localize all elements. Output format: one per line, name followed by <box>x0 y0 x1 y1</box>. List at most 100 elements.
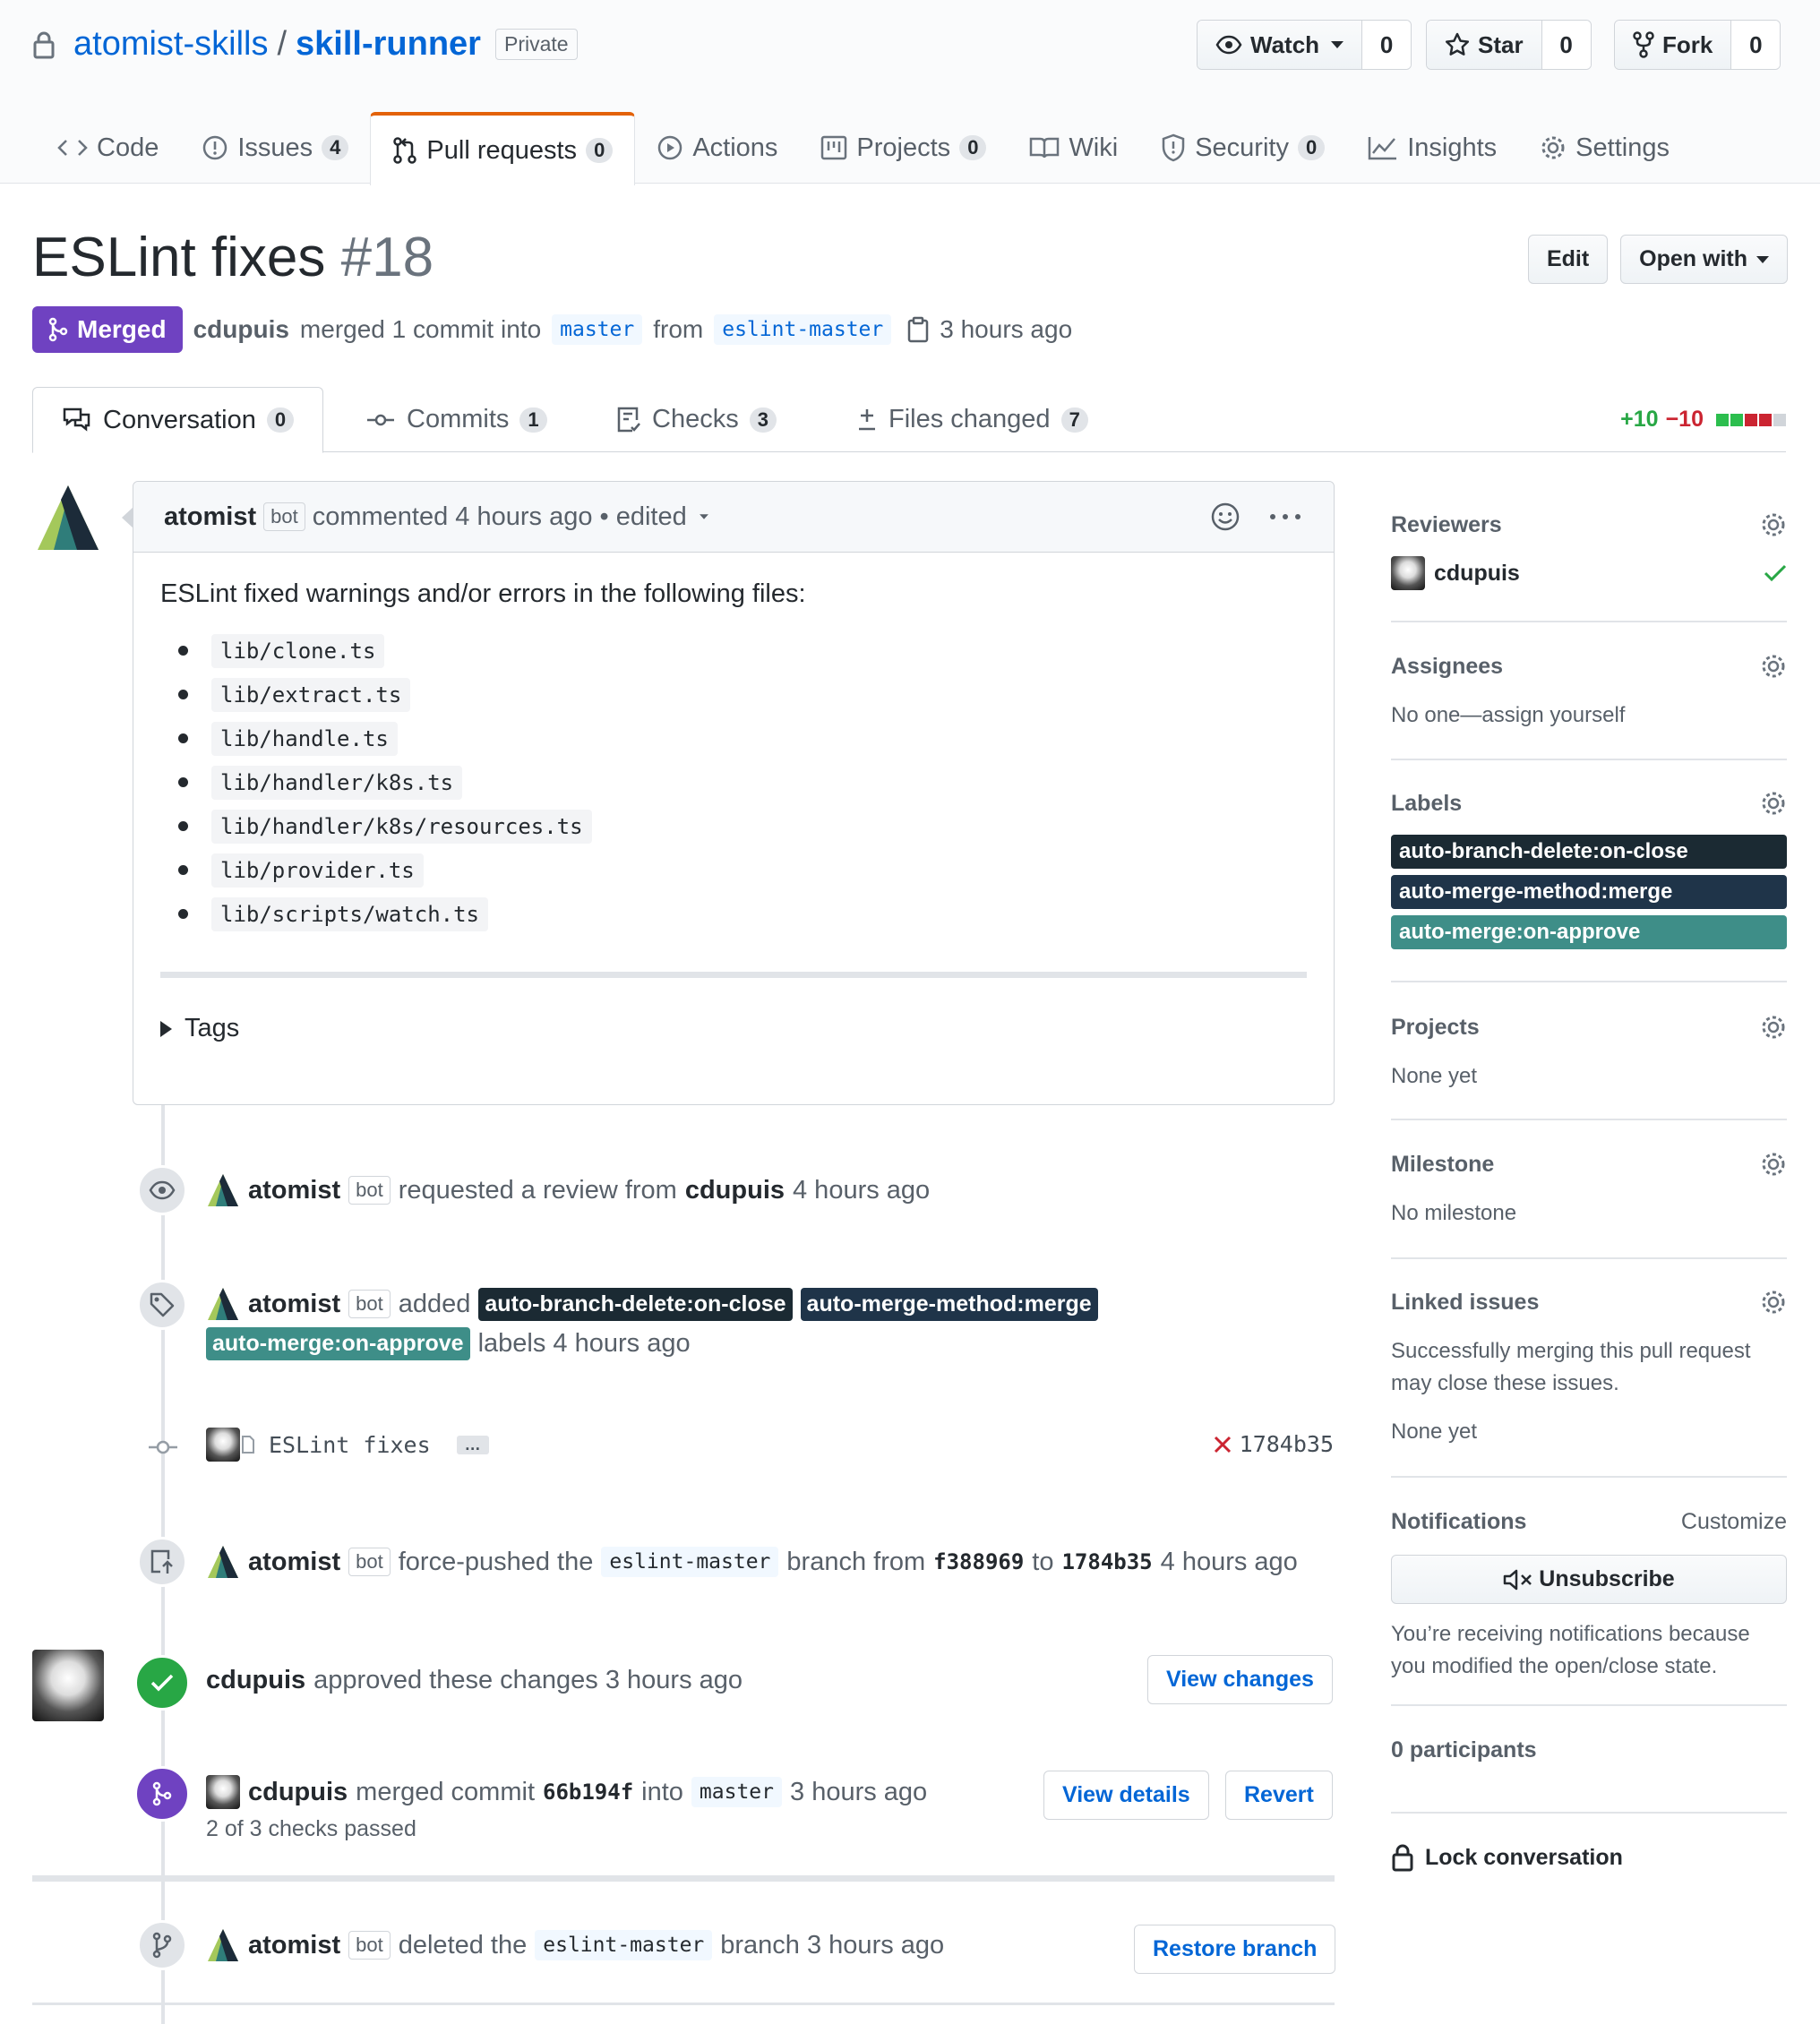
open-with-button[interactable]: Open with <box>1620 235 1788 284</box>
gear-icon[interactable] <box>1760 511 1787 538</box>
label-auto-branch-delete[interactable]: auto-branch-delete:on-close <box>478 1287 793 1321</box>
event-author[interactable]: atomist <box>248 1931 340 1960</box>
event-author[interactable]: cdupuis <box>248 1778 348 1807</box>
play-icon <box>658 135 682 160</box>
event-time[interactable]: 3 hours ago <box>790 1778 927 1807</box>
atomist-avatar[interactable] <box>206 1545 240 1579</box>
tab-wiki[interactable]: Wiki <box>1008 112 1139 184</box>
fork-count[interactable]: 0 <box>1731 21 1781 69</box>
event-time[interactable]: 4 hours ago <box>793 1176 930 1205</box>
tags-label: Tags <box>185 1014 240 1042</box>
reviewer-name[interactable]: cdupuis <box>1434 561 1520 587</box>
head-branch[interactable]: eslint-master <box>714 314 892 345</box>
chevron-down-icon[interactable] <box>699 514 708 519</box>
star-count[interactable]: 0 <box>1541 21 1591 69</box>
repo-name-link[interactable]: skill-runner <box>296 25 481 64</box>
branch-name[interactable]: master <box>691 1777 783 1807</box>
comment-author[interactable]: atomist <box>164 502 256 532</box>
fork-button[interactable]: Fork <box>1615 21 1732 69</box>
sidebar-assignees: Assignees No one—assign yourself <box>1391 653 1787 732</box>
merge-sha[interactable]: 66b194f <box>543 1780 633 1805</box>
event-suffix[interactable]: branch 3 hours ago <box>720 1931 944 1960</box>
labels-title[interactable]: Labels <box>1391 791 1462 817</box>
milestone-title[interactable]: Milestone <box>1391 1152 1494 1178</box>
star-button[interactable]: Star <box>1427 21 1542 69</box>
check-icon <box>1764 564 1787 582</box>
event-time[interactable]: 4 hours ago <box>1161 1548 1298 1577</box>
tab-projects[interactable]: Projects 0 <box>799 112 1008 184</box>
gear-icon[interactable] <box>1760 1151 1787 1178</box>
linked-issues-title[interactable]: Linked issues <box>1391 1290 1539 1316</box>
view-details-button[interactable]: View details <box>1043 1771 1209 1820</box>
git-branch-icon <box>152 1932 172 1959</box>
label-auto-branch-delete[interactable]: auto-branch-delete:on-close <box>1391 835 1787 869</box>
shield-icon <box>1162 133 1185 162</box>
tab-actions[interactable]: Actions <box>635 112 799 184</box>
atomist-avatar[interactable] <box>206 1173 240 1207</box>
tab-settings[interactable]: Settings <box>1518 112 1691 184</box>
atomist-avatar[interactable] <box>34 484 102 552</box>
smiley-icon[interactable] <box>1210 502 1241 532</box>
clipboard-icon[interactable] <box>907 316 929 343</box>
edit-button[interactable]: Edit <box>1527 235 1609 284</box>
tab-code[interactable]: Code <box>36 112 180 184</box>
event-author[interactable]: cdupuis <box>206 1666 305 1695</box>
restore-branch-button[interactable]: Restore branch <box>1134 1925 1336 1974</box>
avatar[interactable] <box>206 1428 240 1462</box>
gear-icon[interactable] <box>1760 790 1787 817</box>
projects-title[interactable]: Projects <box>1391 1015 1480 1041</box>
watch-button[interactable]: Watch <box>1198 21 1363 69</box>
tab-insights[interactable]: Insights <box>1346 112 1518 184</box>
tab-files-changed[interactable]: Files changed 7 <box>856 387 1088 452</box>
avatar[interactable] <box>1391 556 1425 590</box>
pr-author[interactable]: cdupuis <box>193 315 289 344</box>
label-auto-merge-approve[interactable]: auto-merge:on-approve <box>206 1327 470 1360</box>
tab-security[interactable]: Security 0 <box>1139 112 1346 184</box>
review-target[interactable]: cdupuis <box>685 1176 785 1205</box>
atomist-avatar[interactable] <box>206 1287 240 1321</box>
customize-link[interactable]: Customize <box>1681 1509 1787 1535</box>
branch-name[interactable]: eslint-master <box>535 1930 713 1960</box>
label-auto-merge-method[interactable]: auto-merge-method:merge <box>800 1287 1098 1321</box>
atomist-avatar[interactable] <box>206 1928 240 1962</box>
tags-toggle[interactable]: Tags <box>160 1014 1307 1043</box>
to-sha[interactable]: 1784b35 <box>1061 1549 1152 1574</box>
repo-owner-link[interactable]: atomist-skills <box>73 25 268 64</box>
tab-commits[interactable]: Commits 1 <box>365 387 547 452</box>
tab-issues[interactable]: Issues 4 <box>180 112 370 184</box>
label-auto-merge-method[interactable]: auto-merge-method:merge <box>1391 875 1787 909</box>
label-auto-merge-approve[interactable]: auto-merge:on-approve <box>1391 915 1787 949</box>
event-author[interactable]: atomist <box>248 1176 340 1205</box>
edited-indicator[interactable]: • edited <box>599 502 686 532</box>
labels-list: auto-branch-delete:on-close auto-merge-m… <box>1391 835 1787 949</box>
reviewer-avatar[interactable] <box>32 1650 104 1721</box>
reviewers-title[interactable]: Reviewers <box>1391 512 1502 538</box>
files-changed-counter: 7 <box>1060 407 1088 433</box>
assignees-value[interactable]: No one—assign yourself <box>1391 699 1787 732</box>
avatar[interactable] <box>206 1775 240 1809</box>
event-author[interactable]: atomist <box>248 1548 340 1577</box>
tab-conversation[interactable]: Conversation 0 <box>32 387 324 453</box>
assignees-title[interactable]: Assignees <box>1391 654 1503 680</box>
kebab-horizontal-icon[interactable] <box>1267 512 1303 521</box>
from-sha[interactable]: f388969 <box>933 1549 1024 1574</box>
commit-sha[interactable]: 1784b35 <box>1240 1431 1334 1457</box>
commit-expand-button[interactable]: … <box>456 1435 489 1454</box>
unsubscribe-button[interactable]: Unsubscribe <box>1391 1555 1787 1604</box>
base-branch[interactable]: master <box>552 314 643 345</box>
revert-button[interactable]: Revert <box>1225 1771 1333 1820</box>
commit-message[interactable]: ESLint fixes <box>269 1432 431 1458</box>
comment-time[interactable]: commented 4 hours ago <box>313 502 593 532</box>
event-author[interactable]: atomist <box>248 1290 340 1319</box>
lock-conversation-button[interactable]: Lock conversation <box>1391 1843 1787 1872</box>
gear-icon[interactable] <box>1760 1014 1787 1041</box>
tab-code-label: Code <box>97 133 159 162</box>
tab-pull-requests[interactable]: Pull requests 0 <box>370 112 636 185</box>
tab-checks[interactable]: Checks 3 <box>616 387 777 452</box>
x-icon[interactable] <box>1213 1435 1232 1454</box>
view-changes-button[interactable]: View changes <box>1147 1655 1333 1704</box>
gear-icon[interactable] <box>1760 1289 1787 1316</box>
gear-icon[interactable] <box>1760 653 1787 680</box>
watch-count[interactable]: 0 <box>1362 21 1412 69</box>
branch-name[interactable]: eslint-master <box>601 1547 779 1577</box>
